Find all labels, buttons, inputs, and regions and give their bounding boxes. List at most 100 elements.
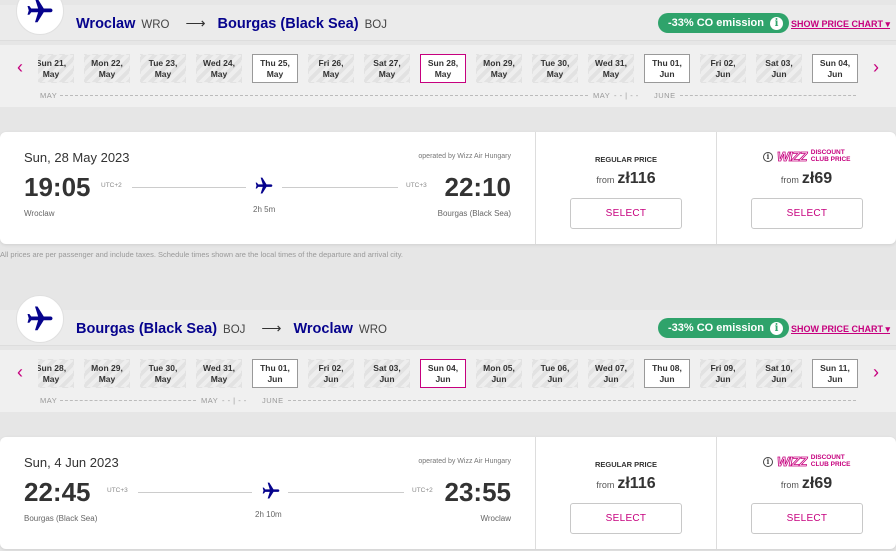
date-month: May xyxy=(546,69,564,79)
date-option[interactable]: Sat 03, Jun xyxy=(364,359,410,388)
flight-path-line xyxy=(288,492,404,493)
date-option[interactable]: Sun 04, Jun xyxy=(812,54,858,83)
co-emission-badge[interactable]: -33% CO emission i xyxy=(658,13,789,33)
date-month: May xyxy=(434,69,452,79)
date-month: Jun xyxy=(435,374,451,384)
flight-card: Sun, 28 May 2023 operated by Wizz Air Hu… xyxy=(0,132,896,244)
date-day: Sun 21, xyxy=(38,58,67,68)
arrival-time: 22:10 xyxy=(444,172,512,202)
airplane-icon xyxy=(16,295,64,343)
select-club-button[interactable]: SELECT xyxy=(751,503,863,534)
date-option[interactable]: Sun 11, Jun xyxy=(812,359,858,388)
arrival-utc: UTC+3 xyxy=(406,182,427,189)
date-option[interactable]: Mon 05, Jun xyxy=(476,359,522,388)
date-option[interactable]: Sat 10, Jun xyxy=(756,359,802,388)
month-label-start: MAY xyxy=(40,91,58,100)
date-option[interactable]: Sun 28, May xyxy=(38,359,74,388)
date-day: Mon 29, xyxy=(91,363,123,373)
date-day: Sun 04, xyxy=(427,363,459,373)
date-option[interactable]: Thu 01, Jun xyxy=(252,359,298,388)
date-day: Fri 09, xyxy=(710,363,736,373)
date-option[interactable]: Wed 31, May xyxy=(196,359,242,388)
date-option[interactable]: Sun 28, May xyxy=(420,54,466,83)
date-day: Fri 26, xyxy=(318,58,344,68)
date-day: Thu 08, xyxy=(652,363,682,373)
flight-date: Sun, 4 Jun 2023 xyxy=(24,455,119,470)
arrival-city: Bourgas (Black Sea) xyxy=(437,209,511,218)
timeline-dash xyxy=(60,400,196,401)
club-price-value: zł69 xyxy=(801,475,833,492)
date-option[interactable]: Fri 02, Jun xyxy=(308,359,354,388)
select-regular-button[interactable]: SELECT xyxy=(570,503,682,534)
date-option[interactable]: Thu 25, May xyxy=(252,54,298,83)
date-option[interactable]: Wed 31, May xyxy=(588,54,634,83)
date-option[interactable]: Fri 09, Jun xyxy=(700,359,746,388)
month-timeline: MAY MAY - - | - - JUNE xyxy=(38,396,858,406)
date-month: May xyxy=(490,69,508,79)
operator-label: operated by Wizz Air Hungary xyxy=(418,153,511,160)
return-flight-section: Bourgas (Black Sea) BOJ ⟶ Wroclaw WRO -3… xyxy=(0,295,896,551)
date-day: Thu 25, xyxy=(260,58,290,68)
date-option[interactable]: Tue 06, Jun xyxy=(532,359,578,388)
wizz-logo: WIZZ xyxy=(777,149,808,165)
route-header: Wroclaw WRO ⟶ Bourgas (Black Sea) BOJ -3… xyxy=(0,5,896,41)
regular-price-column: REGULAR PRICE from zł116 SELECT xyxy=(535,132,716,244)
info-icon[interactable]: i xyxy=(763,151,773,162)
flight-card: Sun, 4 Jun 2023 operated by Wizz Air Hun… xyxy=(0,437,896,549)
date-option[interactable]: Mon 29, May xyxy=(84,359,130,388)
date-option[interactable]: Tue 30, May xyxy=(532,54,578,83)
date-option[interactable]: Wed 24, May xyxy=(196,54,242,83)
month-label-mid: MAY xyxy=(593,91,611,100)
date-day: Fri 02, xyxy=(318,363,344,373)
date-option[interactable]: Sat 03, Jun xyxy=(756,54,802,83)
co-emission-label: -33% CO emission xyxy=(668,322,764,334)
date-day: Sun 11, xyxy=(820,363,850,373)
previous-dates-arrow-icon[interactable]: ‹ xyxy=(12,362,28,382)
date-option[interactable]: Mon 22, May xyxy=(84,54,130,83)
price-from-label: from xyxy=(596,480,615,490)
date-option[interactable]: Thu 08, Jun xyxy=(644,359,690,388)
date-day: Sat 03, xyxy=(765,58,793,68)
departure-city: Bourgas (Black Sea) xyxy=(24,514,98,523)
date-day: Mon 29, xyxy=(483,58,515,68)
info-icon[interactable]: i xyxy=(763,456,773,467)
destination-code: BOJ xyxy=(364,19,387,31)
regular-price: from zł116 xyxy=(536,170,716,188)
date-selector: ‹ Sun 21, May Mon 22, May Tue 23, May Wed 24, M… xyxy=(0,45,896,107)
origin-city: Wroclaw xyxy=(76,16,136,32)
destination-code: WRO xyxy=(358,324,387,336)
date-day: Wed 31, xyxy=(595,58,627,68)
date-option[interactable]: Sat 27, May xyxy=(364,54,410,83)
date-option[interactable]: Mon 29, May xyxy=(476,54,522,83)
select-regular-button[interactable]: SELECT xyxy=(570,198,682,229)
date-month: May xyxy=(154,69,172,79)
date-month: Jun xyxy=(379,374,395,384)
departure-utc: UTC+3 xyxy=(107,487,128,494)
next-dates-arrow-icon[interactable]: › xyxy=(868,362,884,382)
regular-price-value: zł116 xyxy=(617,170,656,187)
info-icon[interactable]: i xyxy=(769,321,783,335)
date-option[interactable]: Fri 02, Jun xyxy=(700,54,746,83)
co-emission-badge[interactable]: -33% CO emission i xyxy=(658,318,789,338)
origin-city: Bourgas (Black Sea) xyxy=(76,321,218,337)
date-option[interactable]: Thu 01, Jun xyxy=(644,54,690,83)
date-month: May xyxy=(210,374,228,384)
date-option[interactable]: Sun 21, May xyxy=(38,54,74,83)
date-option[interactable]: Fri 26, May xyxy=(308,54,354,83)
regular-price: from zł116 xyxy=(536,475,716,493)
info-icon[interactable]: i xyxy=(769,16,783,30)
date-day: Wed 24, xyxy=(203,58,235,68)
date-month: Jun xyxy=(771,69,787,79)
next-dates-arrow-icon[interactable]: › xyxy=(868,57,884,77)
select-club-button[interactable]: SELECT xyxy=(751,198,863,229)
date-option[interactable]: Tue 30, May xyxy=(140,359,186,388)
date-list: Sun 21, May Mon 22, May Tue 23, May Wed 24, May… xyxy=(38,54,858,84)
previous-dates-arrow-icon[interactable]: ‹ xyxy=(12,57,28,77)
show-price-chart-link[interactable]: SHOW PRICE CHART ▾ xyxy=(791,19,890,30)
date-option[interactable]: Wed 07, Jun xyxy=(588,359,634,388)
departure-city: Wroclaw xyxy=(24,209,55,218)
date-option[interactable]: Sun 04, Jun xyxy=(420,359,466,388)
show-price-chart-link[interactable]: SHOW PRICE CHART ▾ xyxy=(791,324,890,335)
date-option[interactable]: Tue 23, May xyxy=(140,54,186,83)
origin-code: BOJ xyxy=(223,324,246,336)
